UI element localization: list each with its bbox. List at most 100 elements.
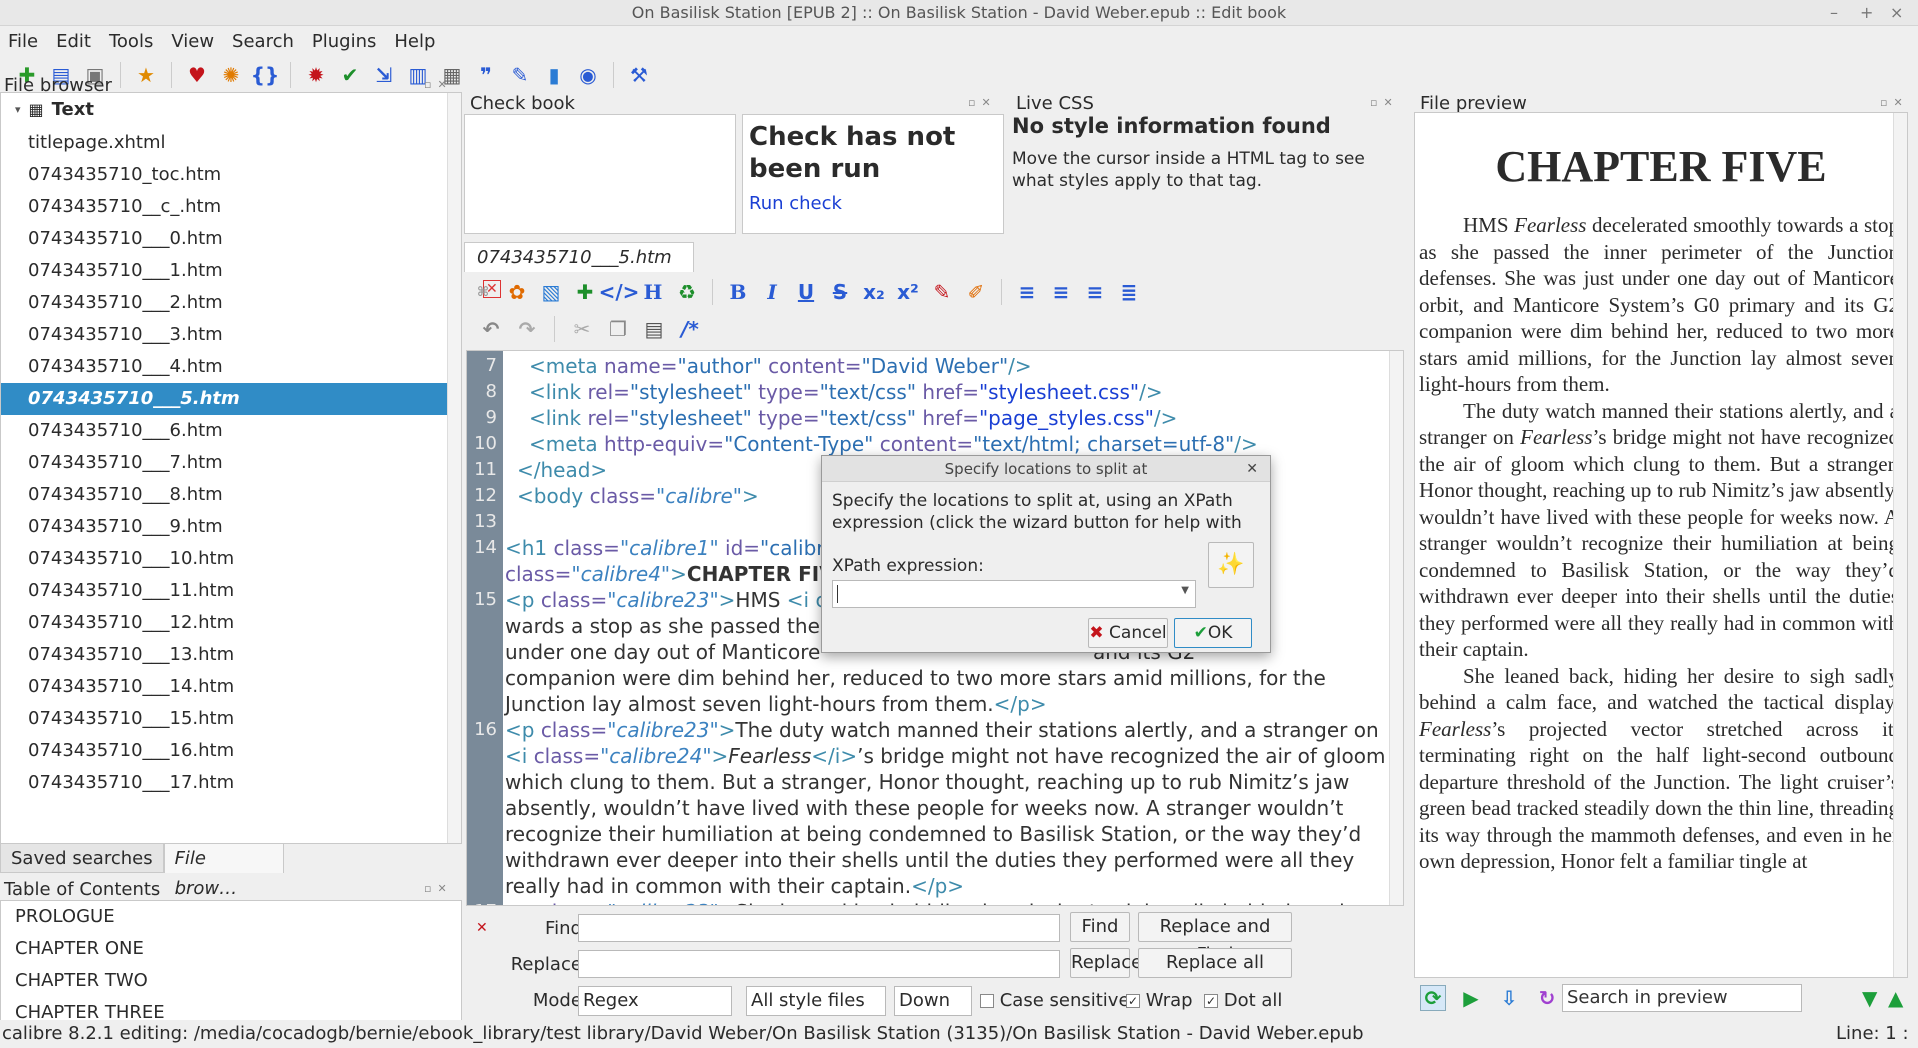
dialog-close-icon[interactable]: ✕ bbox=[1246, 456, 1258, 482]
previous-match-icon[interactable]: ▲ bbox=[1888, 986, 1903, 1010]
settings-dropdown-icon[interactable]: ◉ bbox=[575, 62, 601, 88]
reload-icon[interactable]: ↻ bbox=[1534, 985, 1560, 1011]
insert-tag-icon[interactable]: ✿ bbox=[504, 279, 530, 305]
file-item[interactable]: 0743435710___15.htm bbox=[1, 703, 461, 735]
insert-icon[interactable]: ✎ bbox=[507, 62, 533, 88]
toc-item[interactable]: CHAPTER TWO bbox=[1, 965, 461, 997]
file-item[interactable]: 0743435710___6.htm bbox=[1, 415, 461, 447]
wrap-checkbox[interactable]: ✓ Wrap bbox=[1126, 990, 1193, 1011]
collapse-arrow-icon[interactable]: ▾ bbox=[15, 93, 21, 127]
smarten-quotes-icon[interactable]: ❞ bbox=[473, 62, 499, 88]
scope-select[interactable]: All style files bbox=[746, 986, 886, 1016]
insert-link-icon[interactable]: ✚ bbox=[572, 279, 598, 305]
reports-icon[interactable]: ⇲ bbox=[371, 62, 397, 88]
file-browser-dock-buttons[interactable]: ▫✕ bbox=[424, 78, 453, 91]
subscript-icon[interactable]: x₂ bbox=[861, 279, 887, 305]
close-window-button[interactable]: × bbox=[1890, 0, 1903, 26]
close-find-icon[interactable]: ✕ bbox=[476, 920, 488, 936]
menu-search[interactable]: Search bbox=[232, 31, 294, 52]
strikethrough-icon[interactable]: S bbox=[827, 279, 853, 305]
file-item[interactable]: 0743435710___9.htm bbox=[1, 511, 461, 543]
file-item[interactable]: 0743435710___8.htm bbox=[1, 479, 461, 511]
tab-file-browser[interactable]: File brow… bbox=[163, 843, 284, 899]
replace-input[interactable] bbox=[578, 950, 1060, 978]
undo-icon[interactable]: ↶ bbox=[478, 316, 504, 342]
checkpoint-icon[interactable]: ★ bbox=[133, 62, 159, 88]
preview-dock-buttons[interactable]: ▫✕ bbox=[1880, 96, 1909, 109]
split-file-icon[interactable]: ⇩ bbox=[1496, 985, 1522, 1011]
check-book-bug-icon[interactable]: ✹ bbox=[303, 62, 329, 88]
ok-button[interactable]: ✔OK bbox=[1174, 618, 1252, 648]
file-item[interactable]: 0743435710__c_.htm bbox=[1, 191, 461, 223]
plugins-dropdown-icon[interactable]: ⚒ bbox=[626, 62, 652, 88]
menu-view[interactable]: View bbox=[171, 31, 214, 52]
file-item[interactable]: titlepage.xhtml bbox=[1, 127, 461, 159]
code-tag-icon[interactable]: </> bbox=[599, 279, 640, 305]
toc-item[interactable]: CHAPTER ONE bbox=[1, 933, 461, 965]
donate-heart-icon[interactable]: ♥ bbox=[184, 62, 210, 88]
chart-icon[interactable]: ▮ bbox=[541, 62, 567, 88]
xpath-dropdown-icon[interactable]: ▼ bbox=[1181, 585, 1189, 596]
find-button[interactable]: Find bbox=[1070, 912, 1130, 942]
cancel-button[interactable]: ✖ Cancel bbox=[1088, 618, 1168, 648]
paste-icon[interactable]: ▤ bbox=[641, 316, 667, 342]
align-right-icon[interactable]: ≡ bbox=[1082, 279, 1108, 305]
find-input[interactable] bbox=[578, 914, 1060, 942]
editor-tab[interactable]: 0743435710___5.htm ✕ bbox=[464, 242, 694, 298]
html-icon[interactable]: ⌘ bbox=[470, 279, 496, 305]
menu-file[interactable]: File bbox=[8, 31, 38, 52]
file-item[interactable]: 0743435710_toc.htm bbox=[1, 159, 461, 191]
file-item[interactable]: 0743435710___4.htm bbox=[1, 351, 461, 383]
file-item[interactable]: 0743435710___12.htm bbox=[1, 607, 461, 639]
replace-and-find-button[interactable]: Replace and Find bbox=[1138, 912, 1292, 965]
color-icon[interactable]: ✎ bbox=[929, 279, 955, 305]
insert-image-icon[interactable]: ▧ bbox=[538, 279, 564, 305]
play-icon[interactable]: ▶ bbox=[1458, 985, 1484, 1011]
dot-all-checkbox[interactable]: ✓ Dot all bbox=[1204, 990, 1282, 1011]
toc-item[interactable]: PROLOGUE bbox=[1, 901, 461, 933]
file-item[interactable]: 0743435710___5.htm bbox=[1, 383, 461, 415]
toc-dock-buttons[interactable]: ▫✕ bbox=[424, 882, 453, 895]
tab-saved-searches[interactable]: Saved searches bbox=[0, 843, 164, 873]
heading-icon[interactable]: H bbox=[640, 279, 666, 305]
italic-icon[interactable]: I bbox=[759, 279, 785, 305]
menu-edit[interactable]: Edit bbox=[56, 31, 91, 52]
bold-icon[interactable]: B bbox=[725, 279, 751, 305]
search-preview-input[interactable]: Search in preview bbox=[1562, 984, 1802, 1012]
xpath-input[interactable]: ▼ bbox=[832, 580, 1196, 608]
direction-select[interactable]: Down bbox=[894, 986, 972, 1016]
file-item[interactable]: 0743435710___10.htm bbox=[1, 543, 461, 575]
background-color-icon[interactable]: ✐ bbox=[963, 279, 989, 305]
menu-plugins[interactable]: Plugins bbox=[312, 31, 376, 52]
beautify-icon[interactable]: {} bbox=[251, 62, 279, 88]
compress-icon[interactable]: ✺ bbox=[218, 62, 244, 88]
file-item[interactable]: 0743435710___16.htm bbox=[1, 735, 461, 767]
replace-button[interactable]: Replace bbox=[1070, 948, 1142, 978]
maximize-button[interactable]: + bbox=[1860, 0, 1873, 26]
file-item[interactable]: 0743435710___17.htm bbox=[1, 767, 461, 799]
wizard-button[interactable]: ✨ bbox=[1208, 542, 1254, 588]
replace-all-button[interactable]: Replace all bbox=[1138, 948, 1292, 978]
case-sensitive-checkbox[interactable]: Case sensitive bbox=[980, 990, 1130, 1011]
cut-icon[interactable]: ✂ bbox=[569, 316, 595, 342]
align-left-icon[interactable]: ≡ bbox=[1014, 279, 1040, 305]
live-css-dock-buttons[interactable]: ▫✕ bbox=[1370, 96, 1399, 109]
file-item[interactable]: 0743435710___2.htm bbox=[1, 287, 461, 319]
file-item[interactable]: 0743435710___11.htm bbox=[1, 575, 461, 607]
check-book-dock-buttons[interactable]: ▫✕ bbox=[968, 96, 997, 109]
minimize-button[interactable]: – bbox=[1830, 0, 1838, 26]
refresh-icon[interactable]: ♻ bbox=[674, 279, 700, 305]
file-item[interactable]: 0743435710___14.htm bbox=[1, 671, 461, 703]
file-item[interactable]: 0743435710___13.htm bbox=[1, 639, 461, 671]
redo-icon[interactable]: ↷ bbox=[514, 316, 540, 342]
spellcheck-icon[interactable]: ✔ bbox=[337, 62, 363, 88]
preview-scrollbar[interactable] bbox=[1893, 113, 1907, 977]
file-browser-scrollbar[interactable] bbox=[447, 93, 461, 843]
underline-icon[interactable]: U bbox=[793, 279, 819, 305]
file-item[interactable]: 0743435710___0.htm bbox=[1, 223, 461, 255]
file-item[interactable]: 0743435710___7.htm bbox=[1, 447, 461, 479]
auto-refresh-icon[interactable]: ⟳ bbox=[1420, 985, 1446, 1011]
align-center-icon[interactable]: ≡ bbox=[1048, 279, 1074, 305]
mode-select[interactable]: Regex bbox=[578, 986, 732, 1016]
align-justify-icon[interactable]: ≣ bbox=[1116, 279, 1142, 305]
